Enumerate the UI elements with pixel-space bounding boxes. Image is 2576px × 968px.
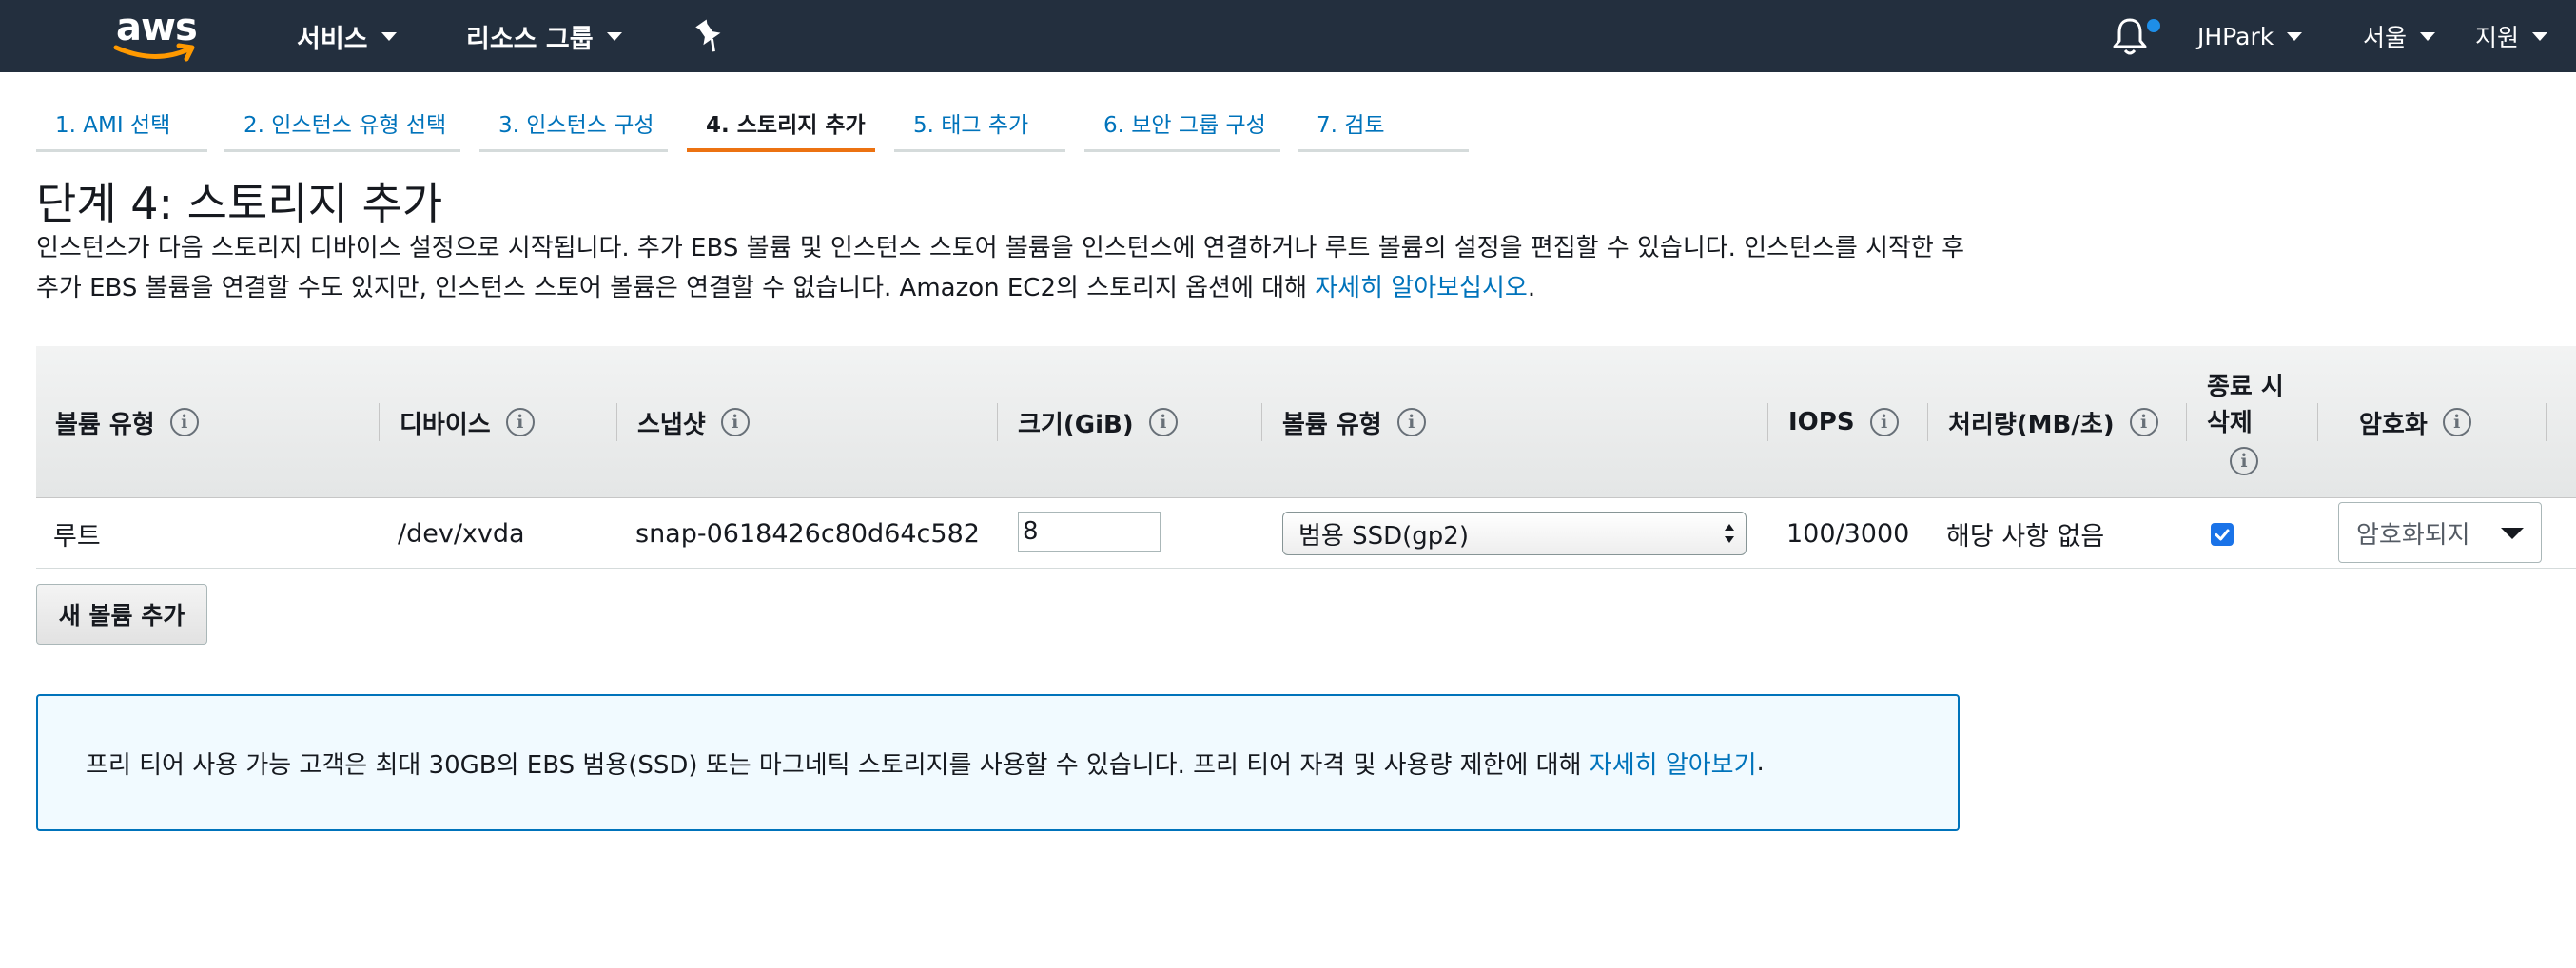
delete-on-termination-checkbox[interactable] [2211, 523, 2234, 546]
chevron-down-icon [381, 31, 397, 41]
services-menu-label: 서비스 [297, 24, 368, 54]
free-tier-info-box: 프리 티어 사용 가능 고객은 최대 30GB의 EBS 범용(SSD) 또는 … [36, 694, 1960, 831]
free-tier-learn-more-link[interactable]: 자세히 알아보기 [1590, 745, 1757, 781]
select-updown-icon [1725, 524, 1734, 543]
cell-throughput: 해당 사항 없음 [1946, 521, 2105, 552]
col-delete-label-line1: 종료 시 [2207, 373, 2284, 401]
info-icon[interactable]: i [2129, 408, 2158, 436]
col-device: 디바이스 i [400, 346, 535, 498]
cell-iops: 100/3000 [1786, 518, 1910, 549]
cell-volume-type: 루트 [53, 521, 101, 552]
info-icon[interactable]: i [169, 408, 199, 436]
aws-logo[interactable]: aws [107, 6, 202, 65]
col-size: 크기(GiB) i [1018, 346, 1178, 498]
description-end: . [1527, 274, 1536, 302]
col-encryption-label: 암호화 [2359, 410, 2428, 439]
bell-icon[interactable] [2110, 15, 2150, 57]
volume-type-select[interactable]: 범용 SSD(gp2) [1282, 512, 1747, 555]
cell-device: /dev/xvda [398, 518, 525, 549]
info-icon[interactable]: i [720, 408, 750, 436]
col-snapshot-label: 스냅샷 [637, 410, 706, 439]
tab-security-group[interactable]: 6. 보안 그룹 구성 [1084, 99, 1280, 152]
column-divider [1767, 403, 1768, 441]
table-row: 루트 /dev/xvda snap-0618426c80d64c582 범용 S… [36, 498, 2576, 569]
add-volume-button[interactable]: 새 볼륨 추가 [36, 584, 207, 645]
user-menu[interactable]: JHPark [2197, 0, 2303, 72]
col-delete-on-termination: 종료 시 삭제 i [2207, 346, 2284, 498]
column-divider [2186, 403, 2187, 441]
tab-add-storage[interactable]: 4. 스토리지 추가 [687, 99, 875, 152]
col-volume-type-label: 볼륨 유형 [55, 410, 155, 439]
col-ebs-volume-type: 볼륨 유형 i [1282, 346, 1426, 498]
page-description: 인스턴스가 다음 스토리지 디바이스 설정으로 시작됩니다. 추가 EBS 볼륨… [36, 228, 1977, 308]
volumes-table-header: 볼륨 유형 i 디바이스 i 스냅샷 i 크기(GiB) i 볼륨 유형 i I… [36, 346, 2576, 498]
pin-icon[interactable] [693, 17, 725, 55]
col-volume-type: 볼륨 유형 i [55, 346, 199, 498]
resource-groups-menu[interactable]: 리소스 그룹 [466, 0, 622, 72]
tab-instance-config[interactable]: 3. 인스턴스 구성 [479, 99, 668, 152]
chevron-down-icon [2532, 31, 2548, 41]
aws-smile-icon [113, 43, 195, 62]
col-iops: IOPS i [1788, 346, 1899, 498]
tab-review[interactable]: 7. 검토 [1298, 99, 1469, 152]
col-iops-label: IOPS [1788, 408, 1855, 436]
description-text: 인스턴스가 다음 스토리지 디바이스 설정으로 시작됩니다. 추가 EBS 볼륨… [36, 234, 1965, 302]
checkmark-icon [2215, 529, 2230, 541]
chevron-down-icon [2287, 31, 2303, 41]
info-icon[interactable]: i [2230, 447, 2258, 475]
col-throughput-label: 처리량(MB/초) [1948, 410, 2115, 439]
resource-groups-label: 리소스 그룹 [466, 24, 594, 54]
column-divider [1261, 403, 1262, 441]
col-device-label: 디바이스 [400, 410, 491, 439]
size-input[interactable] [1018, 512, 1161, 552]
chevron-down-icon [2420, 31, 2436, 41]
tab-instance-type[interactable]: 2. 인스턴스 유형 선택 [224, 99, 460, 152]
column-divider [1927, 403, 1928, 441]
page-title: 단계 4: 스토리지 추가 [36, 178, 443, 229]
region-menu[interactable]: 서울 [2363, 0, 2436, 72]
notification-dot [2147, 19, 2160, 32]
col-encryption: 암호화 i [2359, 346, 2471, 498]
region-menu-label: 서울 [2363, 24, 2408, 51]
tab-add-tags[interactable]: 5. 태그 추가 [894, 99, 1065, 152]
tab-ami[interactable]: 1. AMI 선택 [36, 99, 207, 152]
support-menu[interactable]: 지원 [2475, 0, 2548, 72]
column-divider [2317, 403, 2318, 441]
info-icon[interactable]: i [505, 408, 535, 436]
volume-type-value: 범용 SSD(gp2) [1298, 521, 1469, 551]
learn-more-link[interactable]: 자세히 알아보십시오 [1315, 274, 1528, 302]
col-ebs-volume-type-label: 볼륨 유형 [1282, 410, 1382, 439]
col-size-label: 크기(GiB) [1018, 410, 1134, 439]
top-nav-bar: aws 서비스 리소스 그룹 JHPark 서울 지원 [0, 0, 2576, 72]
cell-snapshot: snap-0618426c80d64c582 [635, 518, 980, 549]
chevron-down-icon [606, 31, 622, 41]
column-divider [379, 403, 380, 441]
column-divider [616, 403, 617, 441]
col-delete-label-line2: 삭제 [2207, 409, 2253, 437]
chevron-down-icon [2501, 528, 2524, 539]
encryption-value: 암호화되지 [2356, 520, 2470, 550]
info-icon[interactable]: i [2442, 408, 2471, 436]
column-divider [997, 403, 998, 441]
info-icon[interactable]: i [1869, 408, 1899, 436]
col-throughput: 처리량(MB/초) i [1948, 346, 2158, 498]
col-snapshot: 스냅샷 i [637, 346, 750, 498]
encryption-select[interactable]: 암호화되지 [2338, 502, 2542, 563]
free-tier-end: . [1756, 748, 1765, 777]
support-menu-label: 지원 [2475, 24, 2520, 51]
user-menu-label: JHPark [2197, 22, 2274, 50]
info-icon[interactable]: i [1148, 408, 1178, 436]
column-divider [2546, 403, 2547, 441]
services-menu[interactable]: 서비스 [297, 0, 397, 72]
free-tier-text: 프리 티어 사용 가능 고객은 최대 30GB의 EBS 범용(SSD) 또는 … [86, 750, 1582, 780]
info-icon[interactable]: i [1396, 408, 1426, 436]
